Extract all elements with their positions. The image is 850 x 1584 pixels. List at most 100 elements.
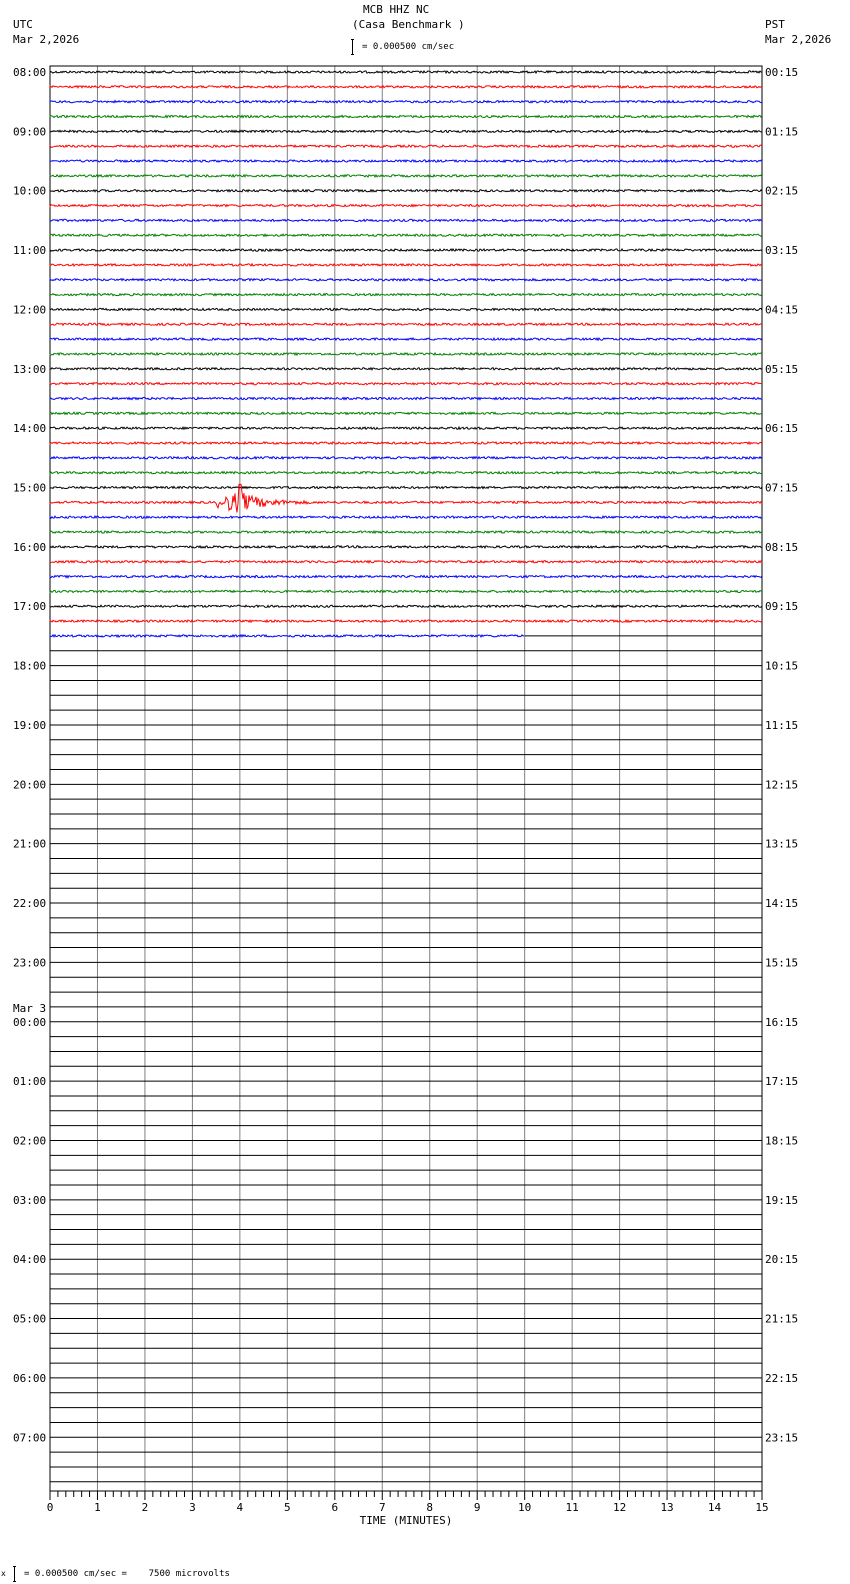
utc-hour-label: 03:00 — [13, 1194, 46, 1207]
utc-hour-label: 18:00 — [13, 660, 46, 673]
pst-hour-label: 04:15 — [765, 303, 798, 316]
x-tick-label: 3 — [189, 1501, 196, 1514]
pst-hour-label: 15:15 — [765, 956, 798, 969]
pst-hour-label: 08:15 — [765, 541, 798, 554]
seismic-trace — [49, 218, 763, 223]
seismic-trace — [49, 307, 763, 312]
footer-prefix: x — [1, 1569, 6, 1578]
seismic-trace — [49, 84, 763, 89]
x-tick-label: 15 — [755, 1501, 768, 1514]
seismic-trace — [49, 203, 763, 209]
x-tick-label: 9 — [474, 1501, 481, 1514]
utc-hour-label: 00:00 — [13, 1016, 46, 1029]
utc-hour-label: 04:00 — [13, 1253, 46, 1266]
utc-hour-label: 06:00 — [13, 1372, 46, 1385]
seismic-trace — [49, 485, 763, 490]
pst-hour-label: 19:15 — [765, 1194, 798, 1207]
pst-hour-label: 23:15 — [765, 1431, 798, 1444]
pst-hour-label: 06:15 — [765, 422, 798, 435]
helicorder-plot: 08:00 09:00 10:00 11:00 12:00 13:00 14:00 15:00… — [13, 65, 798, 1527]
seismic-trace — [49, 262, 763, 268]
utc-hour-label: 22:00 — [13, 897, 46, 910]
x-axis-label: TIME (MINUTES) — [360, 1514, 453, 1527]
utc-hour-label: 17:00 — [13, 600, 46, 613]
utc-hour-label: 07:00 — [13, 1431, 46, 1444]
seismic-trace — [49, 366, 763, 371]
seismic-trace — [49, 292, 763, 297]
pst-hour-label: 07:15 — [765, 482, 798, 495]
x-tick-label: 2 — [142, 1501, 149, 1514]
seismic-trace — [49, 129, 763, 134]
utc-hour-label: 20:00 — [13, 778, 46, 791]
x-tick-label: 7 — [379, 1501, 386, 1514]
seismic-trace — [49, 470, 763, 476]
utc-hour-label: 16:00 — [13, 541, 46, 554]
pst-hour-label: 16:15 — [765, 1016, 798, 1029]
seismic-trace — [49, 247, 763, 253]
x-tick-label: 13 — [660, 1501, 673, 1514]
pst-hour-label: 03:15 — [765, 244, 798, 257]
x-tick-label: 14 — [708, 1501, 722, 1514]
seismic-trace — [49, 188, 763, 193]
seismic-trace — [49, 173, 763, 179]
utc-hour-label: 14:00 — [13, 422, 46, 435]
pst-hour-label: 14:15 — [765, 897, 798, 910]
seismic-trace — [49, 99, 763, 104]
x-tick-label: 4 — [237, 1501, 244, 1514]
seismic-trace — [49, 574, 763, 579]
seismic-trace — [49, 589, 763, 594]
seismic-trace — [49, 559, 763, 564]
utc-hour-label: 13:00 — [13, 363, 46, 376]
seismic-trace — [49, 158, 763, 164]
footer-scale-text: = 0.000500 cm/sec = 7500 microvolts — [24, 1569, 230, 1579]
pst-hour-label: 20:15 — [765, 1253, 798, 1266]
seismic-trace — [49, 515, 763, 520]
seismic-trace — [49, 544, 763, 550]
seismic-trace — [49, 233, 763, 238]
pst-hour-label: 18:15 — [765, 1134, 798, 1147]
seismic-trace — [49, 277, 763, 282]
seismic-trace — [49, 396, 763, 401]
seismic-trace — [49, 455, 763, 460]
utc-hour-label: 09:00 — [13, 125, 46, 138]
pst-hour-label: 05:15 — [765, 363, 798, 376]
x-tick-label: 0 — [47, 1501, 54, 1514]
seismic-trace — [49, 336, 763, 342]
x-tick-label: 8 — [426, 1501, 433, 1514]
seismic-trace — [49, 411, 763, 416]
utc-hour-label: 11:00 — [13, 244, 46, 257]
utc-hour-label: 19:00 — [13, 719, 46, 732]
utc-hour-label: 15:00 — [13, 482, 46, 495]
utc-hour-label: 02:00 — [13, 1134, 46, 1147]
pst-hour-label: 13:15 — [765, 838, 798, 851]
pst-hour-label: 09:15 — [765, 600, 798, 613]
utc-hour-label: 10:00 — [13, 185, 46, 198]
pst-hour-label: 11:15 — [765, 719, 798, 732]
utc-hour-label: 21:00 — [13, 838, 46, 851]
footer-scale-bar-icon — [13, 1566, 16, 1582]
x-tick-label: 6 — [331, 1501, 338, 1514]
pst-hour-label: 22:15 — [765, 1372, 798, 1385]
utc-hour-label: 08:00 — [13, 66, 46, 79]
pst-hour-label: 10:15 — [765, 660, 798, 673]
x-tick-label: 11 — [566, 1501, 579, 1514]
pst-hour-label: 17:15 — [765, 1075, 798, 1088]
seismic-trace — [49, 425, 763, 431]
utc-hour-label: 01:00 — [13, 1075, 46, 1088]
pst-hour-label: 00:15 — [765, 66, 798, 79]
seismic-trace — [49, 114, 763, 119]
pst-hour-label: 02:15 — [765, 185, 798, 198]
x-tick-label: 1 — [94, 1501, 101, 1514]
pst-hour-label: 01:15 — [765, 125, 798, 138]
x-tick-label: 5 — [284, 1501, 291, 1514]
x-tick-label: 12 — [613, 1501, 626, 1514]
seismic-trace — [49, 381, 762, 386]
seismic-trace — [49, 144, 763, 149]
seismic-trace — [49, 529, 763, 535]
x-tick-label: 10 — [518, 1501, 531, 1514]
seismic-trace — [49, 440, 763, 446]
pst-hour-label: 21:15 — [765, 1313, 798, 1326]
seismic-trace — [49, 322, 763, 327]
seismic-trace — [49, 604, 763, 609]
utc-hour-label: 05:00 — [13, 1313, 46, 1326]
